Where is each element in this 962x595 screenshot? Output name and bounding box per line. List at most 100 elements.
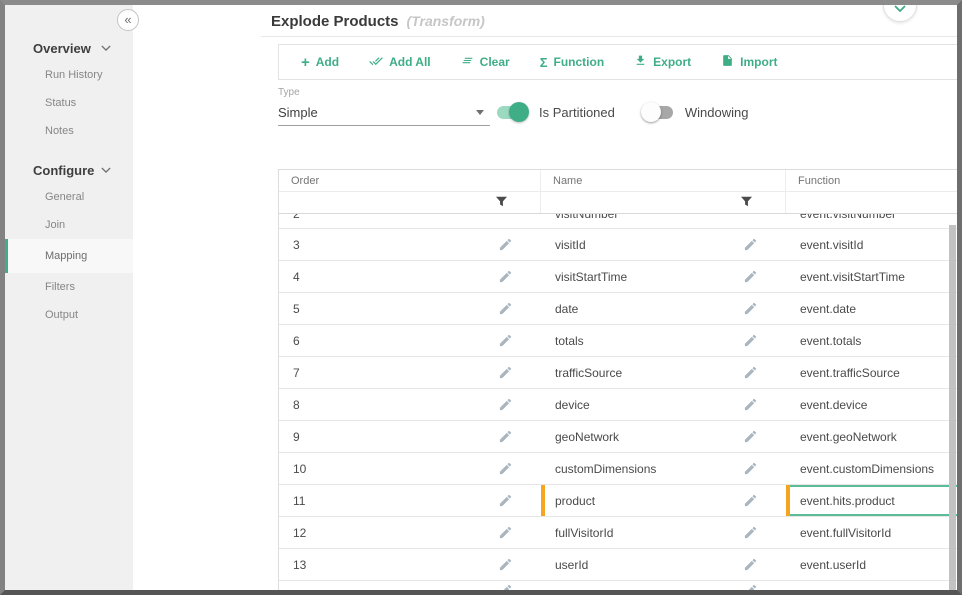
order-cell: 6	[279, 334, 300, 348]
function-cell: event.visitId	[786, 238, 863, 252]
button-label: Add All	[389, 55, 431, 69]
pencil-icon[interactable]	[743, 583, 758, 590]
function-cell: event.customDimensions	[786, 462, 934, 476]
pencil-icon[interactable]	[743, 493, 758, 508]
sidebar-item-label: Status	[45, 97, 76, 109]
funnel-icon	[495, 194, 508, 212]
pencil-icon[interactable]	[498, 583, 513, 590]
pencil-icon[interactable]	[743, 333, 758, 348]
name-cell: totals	[541, 334, 584, 348]
collapse-sidebar-button[interactable]: «	[117, 9, 139, 31]
pencil-icon[interactable]	[743, 429, 758, 444]
import-button[interactable]: Import	[721, 54, 777, 70]
export-button[interactable]: Export	[634, 54, 691, 70]
button-label: Export	[653, 55, 691, 69]
pencil-icon[interactable]	[498, 237, 513, 252]
pencil-icon[interactable]	[743, 237, 758, 252]
pencil-icon[interactable]	[743, 557, 758, 572]
order-cell: 3	[279, 238, 300, 252]
window-frame: Overview Run History Status Notes Config…	[0, 0, 962, 595]
pencil-icon[interactable]	[498, 397, 513, 412]
download-icon	[634, 54, 647, 70]
pencil-icon[interactable]	[498, 269, 513, 284]
sidebar-item-label: General	[45, 191, 84, 203]
button-label: Clear	[480, 55, 510, 69]
type-select[interactable]: Simple	[278, 99, 490, 126]
name-cell: geoNetwork	[541, 430, 619, 444]
pencil-icon[interactable]	[498, 429, 513, 444]
function-cell: event.fullVisitorId	[786, 526, 891, 540]
table-filter-row	[279, 192, 957, 214]
button-label: Add	[316, 55, 339, 69]
toggle-group: Is Partitioned Windowing	[495, 102, 748, 122]
sidebar-item-label: Run History	[45, 69, 102, 81]
table-row: 7 trafficSource event.trafficSource No	[279, 357, 957, 389]
sidebar-section-label: Overview	[33, 41, 91, 56]
pencil-icon[interactable]	[743, 397, 758, 412]
app-window: Overview Run History Status Notes Config…	[5, 5, 957, 590]
column-header-function: Function	[786, 170, 957, 191]
pencil-icon[interactable]	[498, 365, 513, 380]
toolbar: + Add Add All Clear Σ Function Expo	[278, 44, 957, 80]
name-cell: trafficSource	[541, 366, 622, 380]
column-header-name: Name	[541, 170, 786, 191]
vertical-scrollbar[interactable]	[949, 225, 956, 590]
sidebar-item-status[interactable]: Status	[5, 89, 133, 117]
pencil-icon[interactable]	[743, 365, 758, 380]
table-row: 11 product event.hits.product No	[279, 485, 957, 517]
pencil-icon[interactable]	[498, 461, 513, 476]
filter-name[interactable]	[541, 192, 786, 213]
order-cell: 8	[279, 398, 300, 412]
table-row-partial: 2 visitNumber event.visitNumber No	[279, 214, 957, 229]
sidebar-section-overview[interactable]: Overview	[5, 35, 133, 61]
chevron-down-icon	[101, 167, 111, 173]
sidebar-item-filters[interactable]: Filters	[5, 273, 133, 301]
table-row: 10 customDimensions event.customDimensio…	[279, 453, 957, 485]
filter-function[interactable]	[786, 192, 957, 213]
is-partitioned-toggle[interactable]: Is Partitioned	[495, 102, 615, 122]
pencil-icon[interactable]	[498, 557, 513, 572]
sigma-icon: Σ	[540, 56, 548, 69]
pencil-icon[interactable]	[743, 301, 758, 316]
name-cell: date	[541, 302, 578, 316]
add-all-button[interactable]: Add All	[369, 54, 431, 71]
sidebar-item-label: Join	[45, 219, 65, 231]
sidebar-item-join[interactable]: Join	[5, 211, 133, 239]
name-cell: product	[541, 494, 595, 508]
clear-button[interactable]: Clear	[461, 54, 510, 70]
button-label: Function	[554, 55, 605, 69]
sidebar-item-general[interactable]: General	[5, 183, 133, 211]
order-cell: 11	[279, 494, 305, 508]
add-button[interactable]: + Add	[301, 55, 339, 70]
function-button[interactable]: Σ Function	[540, 55, 604, 69]
plus-icon: +	[301, 55, 310, 70]
table-header-row: Order Name Function Identi	[279, 170, 957, 192]
toggle-label: Windowing	[685, 105, 749, 120]
file-icon	[721, 54, 734, 70]
function-cell: event.device	[786, 398, 867, 412]
sidebar-item-label: Mapping	[45, 250, 87, 262]
sidebar-item-notes[interactable]: Notes	[5, 117, 133, 145]
filter-order[interactable]	[279, 192, 541, 213]
mapping-table: Order Name Function Identi 2	[278, 169, 957, 590]
clear-all-icon	[461, 54, 474, 70]
pencil-icon[interactable]	[498, 493, 513, 508]
pencil-icon[interactable]	[498, 333, 513, 348]
windowing-toggle[interactable]: Windowing	[641, 102, 749, 122]
pencil-icon[interactable]	[743, 461, 758, 476]
sidebar-item-mapping[interactable]: Mapping	[5, 239, 133, 273]
order-cell: 4	[279, 270, 300, 284]
order-cell: 13	[279, 558, 306, 572]
pencil-icon[interactable]	[498, 525, 513, 540]
order-cell: 5	[279, 302, 300, 316]
pencil-icon[interactable]	[498, 301, 513, 316]
sidebar-section-configure[interactable]: Configure	[5, 157, 133, 183]
button-label: Import	[740, 55, 777, 69]
function-cell: event.trafficSource	[786, 366, 900, 380]
function-cell: event.visitNumber	[786, 214, 896, 221]
sidebar-item-output[interactable]: Output	[5, 301, 133, 329]
table-row: 5 date event.date No	[279, 293, 957, 325]
pencil-icon[interactable]	[743, 525, 758, 540]
pencil-icon[interactable]	[743, 269, 758, 284]
sidebar-item-run-history[interactable]: Run History	[5, 61, 133, 89]
